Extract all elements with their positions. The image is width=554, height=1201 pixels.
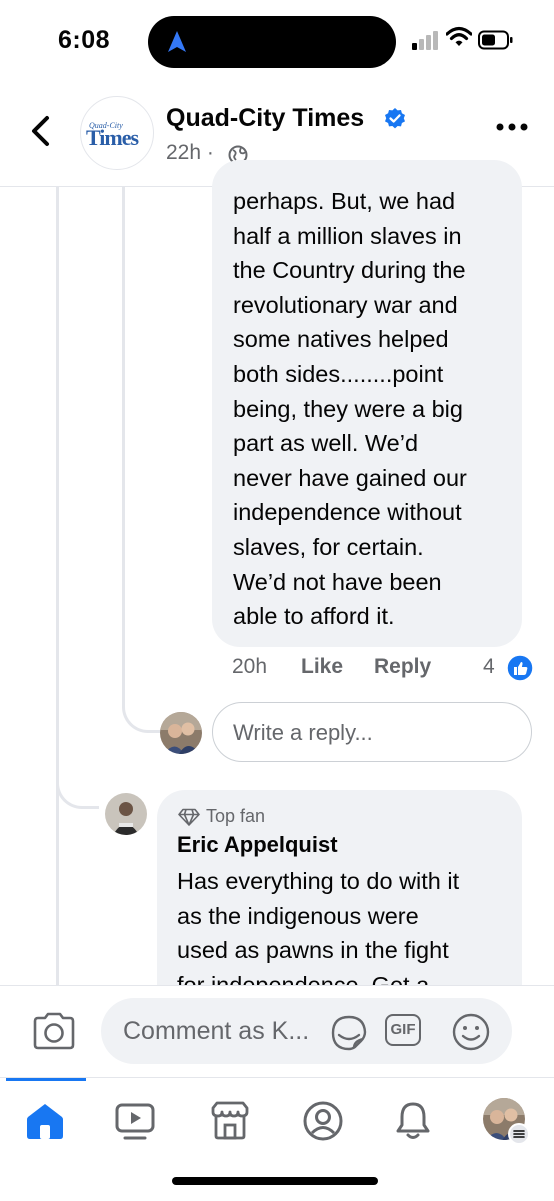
video-icon[interactable] xyxy=(114,1100,156,1142)
verified-badge-icon xyxy=(385,108,405,129)
camera-icon[interactable] xyxy=(32,1012,76,1050)
sticker-icon[interactable] xyxy=(330,1014,368,1052)
navigation-arrow-icon xyxy=(168,31,186,52)
reply-button[interactable]: Reply xyxy=(374,655,431,679)
page-logo[interactable]: Quad-City Times xyxy=(80,96,154,170)
current-user-avatar xyxy=(160,712,202,754)
thread-connector xyxy=(56,770,99,809)
status-time: 6:08 xyxy=(58,26,111,54)
thread-line xyxy=(56,187,59,989)
top-fan-badge: Top fan xyxy=(206,806,266,826)
comment-text: Has everything to do with it as the indi… xyxy=(177,868,460,998)
bell-icon[interactable] xyxy=(392,1100,434,1142)
gif-button[interactable]: GIF xyxy=(385,1014,421,1046)
comment-bubble[interactable]: perhaps. But, we had half a million slav… xyxy=(212,160,522,647)
thread-connector xyxy=(122,690,161,733)
like-reaction-icon[interactable] xyxy=(506,654,534,682)
status-bar: 6:08 xyxy=(0,0,554,86)
active-tab-indicator xyxy=(6,1078,86,1081)
thread-line xyxy=(122,187,125,705)
wifi-icon xyxy=(446,26,472,46)
more-options-icon[interactable] xyxy=(496,122,528,132)
commenter-avatar[interactable] xyxy=(105,793,147,835)
menu-avatar[interactable] xyxy=(482,1097,530,1145)
write-reply-input[interactable]: Write a reply... xyxy=(212,702,532,762)
post-time: 22h · xyxy=(166,141,214,164)
comment-text: perhaps. But, we had half a million slav… xyxy=(233,188,467,630)
home-indicator xyxy=(172,1177,378,1185)
emoji-icon[interactable] xyxy=(451,1012,491,1052)
battery-icon xyxy=(478,30,513,50)
comment-composer: Comment as K... GIF xyxy=(0,985,554,1078)
profile-icon[interactable] xyxy=(302,1100,344,1142)
page-name[interactable]: Quad-City Times xyxy=(166,104,364,133)
comment-author[interactable]: Eric Appelquist xyxy=(177,832,338,858)
comment-input[interactable]: Comment as K... GIF xyxy=(101,998,512,1064)
back-chevron-icon[interactable] xyxy=(28,114,54,148)
dynamic-island xyxy=(148,16,396,68)
marketplace-icon[interactable] xyxy=(209,1100,251,1142)
like-button[interactable]: Like xyxy=(301,655,343,679)
reaction-count[interactable]: 4 xyxy=(483,655,495,679)
comment-time: 20h xyxy=(232,655,268,678)
signal-icon xyxy=(412,31,438,50)
home-icon[interactable] xyxy=(24,1100,66,1142)
